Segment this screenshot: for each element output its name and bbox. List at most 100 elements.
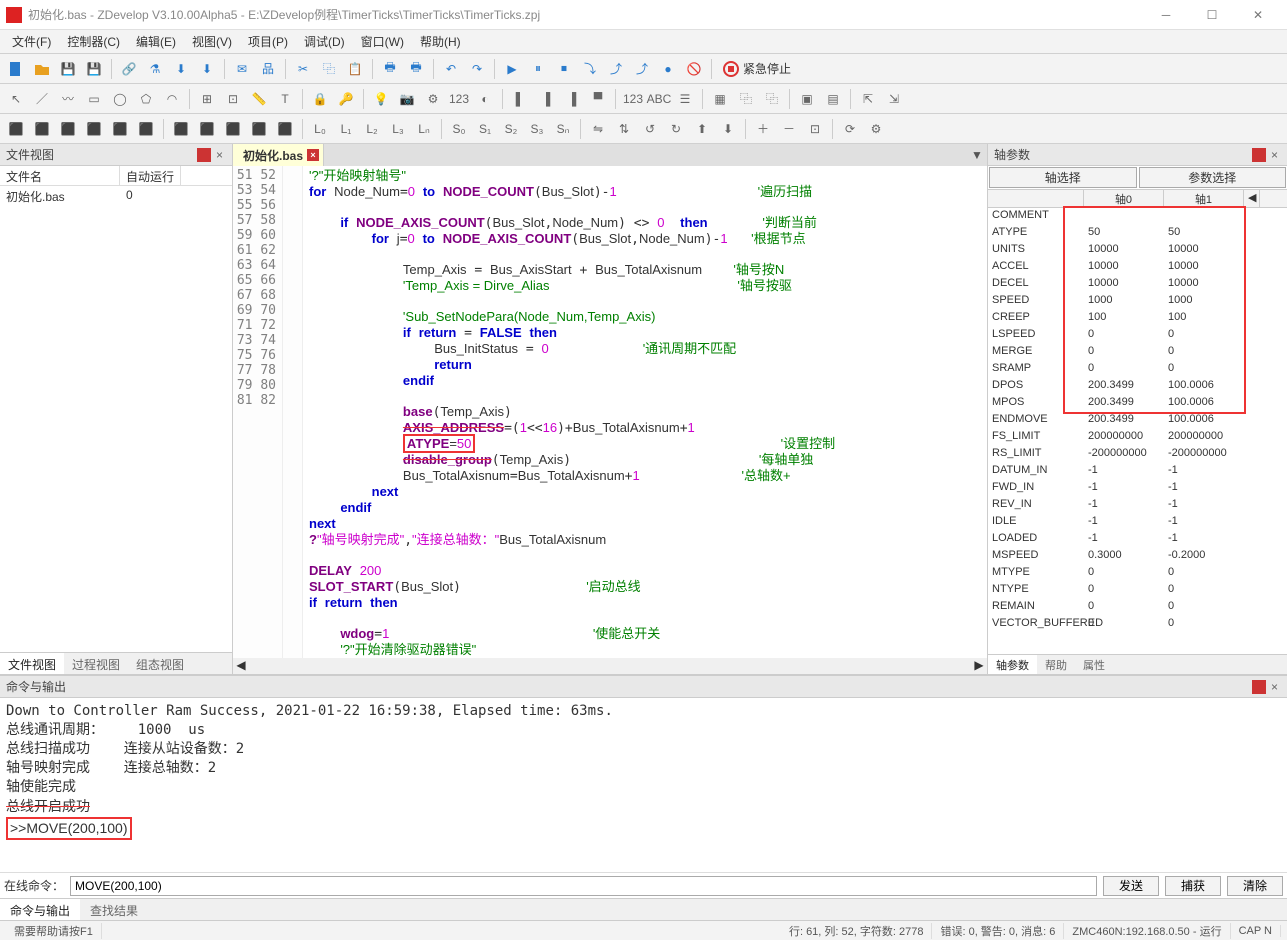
abc-icon[interactable]: ABC bbox=[647, 87, 671, 111]
axis-value-0[interactable]: 0 bbox=[1084, 361, 1164, 378]
menu-item[interactable]: 编辑(E) bbox=[128, 30, 184, 53]
axis-value-1[interactable]: 200000000 bbox=[1164, 429, 1244, 446]
polyline-icon[interactable]: 〰 bbox=[56, 87, 80, 111]
axis-value-0[interactable]: 0 bbox=[1084, 599, 1164, 616]
align-r-icon[interactable]: ⬛ bbox=[56, 117, 80, 141]
light-icon[interactable]: 💡 bbox=[369, 87, 393, 111]
same-s-icon[interactable]: ⬛ bbox=[273, 117, 297, 141]
align-center-icon[interactable]: ▐ bbox=[534, 87, 558, 111]
axis-value-1[interactable]: 10000 bbox=[1164, 276, 1244, 293]
scroll-left-icon[interactable]: ◀ bbox=[233, 658, 249, 674]
motor-icon[interactable]: ⚙ bbox=[421, 87, 445, 111]
tab-file-view[interactable]: 文件视图 bbox=[0, 653, 64, 674]
tab-output[interactable]: 命令与输出 bbox=[0, 899, 80, 920]
l1-icon[interactable]: L₁ bbox=[334, 117, 358, 141]
key-icon[interactable]: 🔑 bbox=[334, 87, 358, 111]
snap-icon[interactable]: ⊡ bbox=[221, 87, 245, 111]
zoom-in-icon[interactable]: ＋ bbox=[751, 117, 775, 141]
menu-item[interactable]: 窗口(W) bbox=[353, 30, 412, 53]
axis-row[interactable]: UNITS1000010000 bbox=[988, 242, 1287, 259]
print-preview-icon[interactable]: 🖶 bbox=[404, 57, 428, 81]
new-file-icon[interactable] bbox=[4, 57, 28, 81]
list-icon[interactable]: ☰ bbox=[673, 87, 697, 111]
axis-value-1[interactable]: 0 bbox=[1164, 582, 1244, 599]
pin-icon[interactable] bbox=[197, 148, 211, 162]
export-icon[interactable]: ⇱ bbox=[856, 87, 880, 111]
zoom-out-icon[interactable]: － bbox=[777, 117, 801, 141]
mail-icon[interactable]: ✉ bbox=[230, 57, 254, 81]
dist-v-icon[interactable]: ⬛ bbox=[195, 117, 219, 141]
ellipse-icon[interactable]: ◯ bbox=[108, 87, 132, 111]
minimize-button[interactable]: ─ bbox=[1143, 0, 1189, 30]
import-icon[interactable]: ⇲ bbox=[882, 87, 906, 111]
pause-icon[interactable]: ⏸ bbox=[526, 57, 550, 81]
axis-row[interactable]: SPEED10001000 bbox=[988, 293, 1287, 310]
align-b-icon[interactable]: ⬛ bbox=[134, 117, 158, 141]
download-rom-icon[interactable]: ⬇ bbox=[195, 57, 219, 81]
axis-value-0[interactable]: -1 bbox=[1084, 514, 1164, 531]
align-c-icon[interactable]: ⬛ bbox=[30, 117, 54, 141]
gauge-icon[interactable]: ◐ bbox=[473, 87, 497, 111]
l0-icon[interactable]: L₀ bbox=[308, 117, 332, 141]
text-icon[interactable]: T bbox=[273, 87, 297, 111]
tab-help[interactable]: 帮助 bbox=[1037, 655, 1075, 674]
axis-value-0[interactable] bbox=[1084, 208, 1164, 225]
breakpoint-icon[interactable]: ● bbox=[656, 57, 680, 81]
axis-row[interactable]: IDLE-1-1 bbox=[988, 514, 1287, 531]
axis-value-1[interactable] bbox=[1164, 208, 1244, 225]
file-row[interactable]: 初始化.bas 0 bbox=[0, 186, 232, 207]
editor-tab[interactable]: 初始化.bas × bbox=[233, 144, 324, 166]
axis-value-1[interactable]: 100.0006 bbox=[1164, 395, 1244, 412]
pin-icon[interactable] bbox=[1252, 680, 1266, 694]
axis-value-0[interactable]: 0 bbox=[1084, 344, 1164, 361]
align-right-icon[interactable]: ▐ bbox=[560, 87, 584, 111]
axis-value-1[interactable]: 10000 bbox=[1164, 259, 1244, 276]
axis-row[interactable]: MERGE00 bbox=[988, 344, 1287, 361]
axis-row[interactable]: MPOS200.3499100.0006 bbox=[988, 395, 1287, 412]
axis-row[interactable]: FS_LIMIT200000000200000000 bbox=[988, 429, 1287, 446]
paste-icon[interactable]: 📋 bbox=[343, 57, 367, 81]
pin-icon[interactable] bbox=[1252, 148, 1266, 162]
axis-value-1[interactable]: 50 bbox=[1164, 225, 1244, 242]
no-entry-icon[interactable]: 🚫 bbox=[682, 57, 706, 81]
axis-value-0[interactable]: -1 bbox=[1084, 531, 1164, 548]
same-w-icon[interactable]: ⬛ bbox=[221, 117, 245, 141]
axis-value-1[interactable]: -1 bbox=[1164, 497, 1244, 514]
axis-row[interactable]: DATUM_IN-1-1 bbox=[988, 463, 1287, 480]
hflip-icon[interactable]: ⇋ bbox=[586, 117, 610, 141]
frame-icon[interactable]: ▣ bbox=[795, 87, 819, 111]
step-out-icon[interactable]: ⤴ bbox=[630, 57, 654, 81]
align-left-icon[interactable]: ▌ bbox=[508, 87, 532, 111]
axis-value-1[interactable]: 0 bbox=[1164, 599, 1244, 616]
s2-icon[interactable]: S₂ bbox=[499, 117, 523, 141]
frame2-icon[interactable]: ▤ bbox=[821, 87, 845, 111]
s1-icon[interactable]: S₁ bbox=[473, 117, 497, 141]
align-m-icon[interactable]: ⬛ bbox=[108, 117, 132, 141]
axis-value-1[interactable]: 0 bbox=[1164, 616, 1244, 633]
axis-row[interactable]: DPOS200.3499100.0006 bbox=[988, 378, 1287, 395]
command-input[interactable] bbox=[70, 876, 1097, 896]
layer-icon[interactable]: ▦ bbox=[708, 87, 732, 111]
axis-value-0[interactable]: -200000000 bbox=[1084, 446, 1164, 463]
copy-icon[interactable]: ⿻ bbox=[317, 57, 341, 81]
axis-value-0[interactable]: 0 bbox=[1084, 565, 1164, 582]
download-ram-icon[interactable]: ⬇ bbox=[169, 57, 193, 81]
cut-icon[interactable]: ✂ bbox=[291, 57, 315, 81]
panel-close-icon[interactable]: × bbox=[1268, 680, 1281, 694]
axis-row[interactable]: NTYPE00 bbox=[988, 582, 1287, 599]
axis-value-1[interactable]: 10000 bbox=[1164, 242, 1244, 259]
axis-value-1[interactable]: -1 bbox=[1164, 480, 1244, 497]
send-button[interactable]: 发送 bbox=[1103, 876, 1159, 896]
axis-value-1[interactable]: 0 bbox=[1164, 344, 1244, 361]
axis-row[interactable]: MSPEED0.3000-0.2000 bbox=[988, 548, 1287, 565]
axis-value-0[interactable]: 0 bbox=[1084, 327, 1164, 344]
axis-select-button[interactable]: 轴选择 bbox=[989, 167, 1137, 188]
s0-icon[interactable]: S₀ bbox=[447, 117, 471, 141]
axis-row[interactable]: SRAMP00 bbox=[988, 361, 1287, 378]
axis-value-0[interactable]: 0 bbox=[1084, 616, 1164, 633]
stop-icon[interactable]: ⏹ bbox=[552, 57, 576, 81]
tab-config-view[interactable]: 组态视图 bbox=[128, 653, 192, 674]
axis-value-0[interactable]: -1 bbox=[1084, 480, 1164, 497]
tab-axis-params[interactable]: 轴参数 bbox=[988, 655, 1037, 674]
axis-value-1[interactable]: -1 bbox=[1164, 531, 1244, 548]
